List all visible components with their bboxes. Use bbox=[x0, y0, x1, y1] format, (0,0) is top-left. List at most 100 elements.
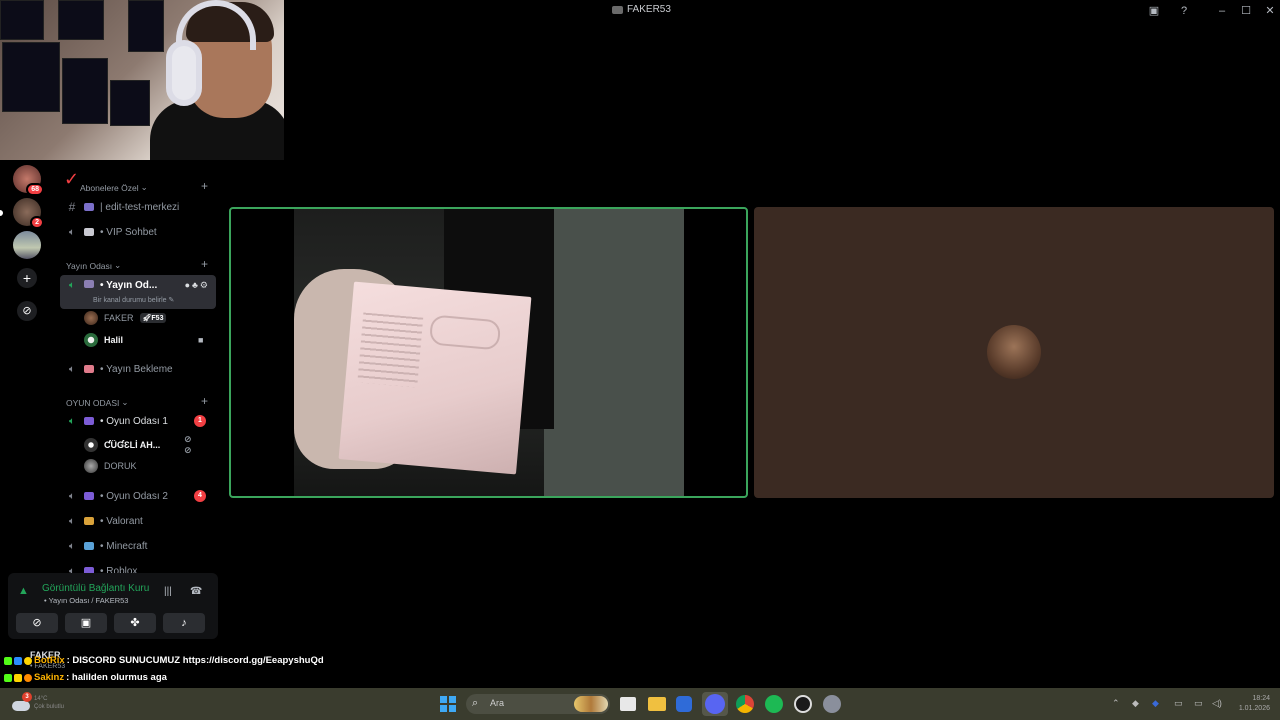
user-count-badge: 1 bbox=[194, 415, 206, 427]
server-icon[interactable] bbox=[13, 231, 41, 259]
video-background bbox=[544, 209, 684, 496]
search-icon: ⌕ bbox=[472, 697, 479, 709]
chat-message: BotRix : DISCORD SUNUCUMUZ https://disco… bbox=[4, 655, 324, 666]
speaker-icon: 🔈︎ bbox=[69, 540, 75, 552]
task-view-icon[interactable] bbox=[620, 697, 636, 711]
video-camera-icon: ■ bbox=[198, 335, 204, 345]
network-tray-icon[interactable]: ◆ bbox=[1132, 698, 1139, 709]
chevron-down-icon: ⌄ bbox=[121, 397, 129, 407]
activities-button[interactable]: ✤ bbox=[114, 613, 156, 633]
weather-temp: 14°C bbox=[34, 696, 48, 702]
video-tile-avatar[interactable] bbox=[754, 207, 1274, 498]
window-title-text: FAKER53 bbox=[627, 4, 671, 15]
kick-badge-icon bbox=[4, 656, 12, 665]
wifi-icon[interactable]: ▭ bbox=[1194, 698, 1203, 709]
channel-item[interactable]: # | edit-test-merkezi bbox=[60, 197, 216, 217]
channel-item[interactable]: 🔈︎ • Yayın Bekleme bbox=[60, 359, 216, 379]
weather-text: 14°C Çok bulutlu bbox=[34, 695, 64, 711]
search-highlight-image bbox=[574, 696, 608, 712]
noise-suppression-icon[interactable]: ||| bbox=[164, 586, 172, 597]
maximize-icon[interactable]: ☐ bbox=[1238, 3, 1254, 19]
user-count-badge: 4 bbox=[194, 490, 206, 502]
chat-user: Sakinz bbox=[34, 672, 65, 683]
channel-item[interactable]: 🔈︎ • Oyun Odası 1 1 bbox=[60, 411, 216, 431]
windows-tile bbox=[449, 705, 456, 712]
obs-icon[interactable] bbox=[794, 695, 812, 713]
spotify-icon[interactable] bbox=[765, 695, 783, 713]
server-icon[interactable]: 68 bbox=[13, 165, 44, 196]
camera-toggle-button[interactable]: ⊘ bbox=[16, 613, 58, 633]
member-name: DORUK bbox=[104, 461, 137, 471]
system-clock[interactable]: 18:24 1.01.2026 bbox=[1230, 694, 1270, 714]
voice-member[interactable]: ƇÜƓƐLİ AH... ⊘ ⊘ bbox=[84, 434, 192, 455]
invite-icon[interactable]: ♣ bbox=[192, 280, 200, 290]
channel-name: • Yayın Od... bbox=[100, 280, 158, 291]
channel-name: | edit-test-merkezi bbox=[100, 201, 180, 213]
chevron-up-icon[interactable]: ⌃ bbox=[1112, 698, 1120, 709]
voice-member[interactable]: FAKER 🚀︎F53 bbox=[84, 309, 167, 327]
video-tile-speaking[interactable] bbox=[229, 207, 748, 498]
volume-icon[interactable]: ◁) bbox=[1212, 698, 1222, 709]
add-channel-icon[interactable]: + bbox=[201, 394, 208, 408]
voice-member[interactable]: DORUK bbox=[84, 457, 137, 475]
taskbar: 3 14°C Çok bulutlu ⌕ Ara ⌃ ◆ ◆ ▭ ▭ ◁) 18… bbox=[0, 688, 1280, 720]
server-icon[interactable]: 2 bbox=[13, 198, 44, 229]
display-tray-icon[interactable]: ▭ bbox=[1174, 698, 1183, 709]
windows-tile bbox=[440, 696, 447, 703]
close-icon[interactable]: ✕ bbox=[1262, 3, 1278, 19]
app-tray-icon[interactable]: ◆ bbox=[1152, 698, 1159, 709]
avatar bbox=[84, 459, 98, 473]
file-explorer-icon[interactable] bbox=[648, 697, 666, 711]
chevron-down-icon: ⌄ bbox=[140, 182, 148, 192]
category-subscribers[interactable]: Abonelere Özel ⌄ bbox=[80, 182, 148, 193]
explore-icon[interactable]: ⊘ bbox=[17, 301, 37, 321]
clock-time: 18:24 bbox=[1252, 695, 1270, 702]
voice-member[interactable]: Halil ■ bbox=[84, 331, 203, 349]
help-icon[interactable]: ? bbox=[1176, 3, 1192, 19]
disconnect-icon[interactable]: ☎ bbox=[190, 586, 202, 597]
channel-name: • Oyun Odası 2 bbox=[100, 490, 168, 502]
taskbar-search[interactable]: ⌕ Ara bbox=[466, 694, 610, 714]
add-channel-icon[interactable]: + bbox=[201, 179, 208, 193]
chrome-icon[interactable] bbox=[736, 695, 754, 713]
soundboard-button[interactable]: ♪ bbox=[163, 613, 205, 633]
voice-location[interactable]: • Yayın Odası / FAKER53 bbox=[44, 596, 128, 605]
settings-gear-icon[interactable] bbox=[823, 695, 841, 713]
gear-icon[interactable]: ⚙ bbox=[200, 280, 210, 290]
channel-item-active[interactable]: 🔈︎ • Yayın Od... Bir kanal durumu belirl… bbox=[60, 275, 216, 309]
channel-item[interactable]: 🔈︎ • Minecraft bbox=[60, 536, 216, 556]
add-channel-icon[interactable]: + bbox=[201, 257, 208, 271]
channel-status-placeholder[interactable]: Bir kanal durumu belirle ✎ bbox=[93, 296, 174, 304]
channel-emoji-icon bbox=[84, 203, 94, 211]
minimize-icon[interactable]: – bbox=[1214, 3, 1230, 19]
card-text-lines bbox=[357, 312, 424, 388]
speaker-icon: 🔈︎ bbox=[69, 490, 75, 502]
screen-share-button[interactable]: ▣ bbox=[65, 613, 107, 633]
member-tag: 🚀︎F53 bbox=[139, 313, 167, 323]
category-stream[interactable]: Yayın Odası ⌄ bbox=[66, 260, 121, 271]
store-icon[interactable] bbox=[676, 696, 692, 712]
muted-icon: ⊘ ⊘ bbox=[184, 434, 192, 455]
category-games[interactable]: OYUN ODASI ⌄ bbox=[66, 397, 129, 408]
search-placeholder: Ara bbox=[490, 698, 505, 708]
speaker-icon: 🔈︎ bbox=[69, 363, 75, 375]
weather-widget[interactable]: 3 bbox=[10, 692, 32, 715]
windows-tile bbox=[449, 696, 456, 703]
speaker-icon: 🔈︎ bbox=[69, 415, 75, 427]
server-badge: 2 bbox=[30, 216, 44, 229]
inbox-icon[interactable]: ▣ bbox=[1146, 3, 1162, 19]
channel-item[interactable]: 🔈︎ • Valorant bbox=[60, 511, 216, 531]
avatar bbox=[84, 438, 98, 452]
channel-item[interactable]: 🔈︎ • VIP Sohbet bbox=[60, 222, 216, 242]
add-server-icon[interactable]: + bbox=[17, 268, 37, 288]
chat-icon[interactable]: ● bbox=[185, 280, 192, 290]
channel-emoji-icon bbox=[84, 517, 94, 525]
voice-status[interactable]: Görüntülü Bağlantı Kuru bbox=[42, 583, 149, 594]
wall-poster bbox=[110, 80, 150, 126]
avatar bbox=[84, 333, 98, 347]
discord-icon[interactable] bbox=[705, 694, 725, 714]
channel-name: • Oyun Odası 1 bbox=[100, 415, 168, 427]
channel-item[interactable]: 🔈︎ • Oyun Odası 2 4 bbox=[60, 486, 216, 506]
channel-emoji-icon bbox=[84, 228, 94, 236]
start-menu-icon[interactable] bbox=[438, 694, 458, 714]
